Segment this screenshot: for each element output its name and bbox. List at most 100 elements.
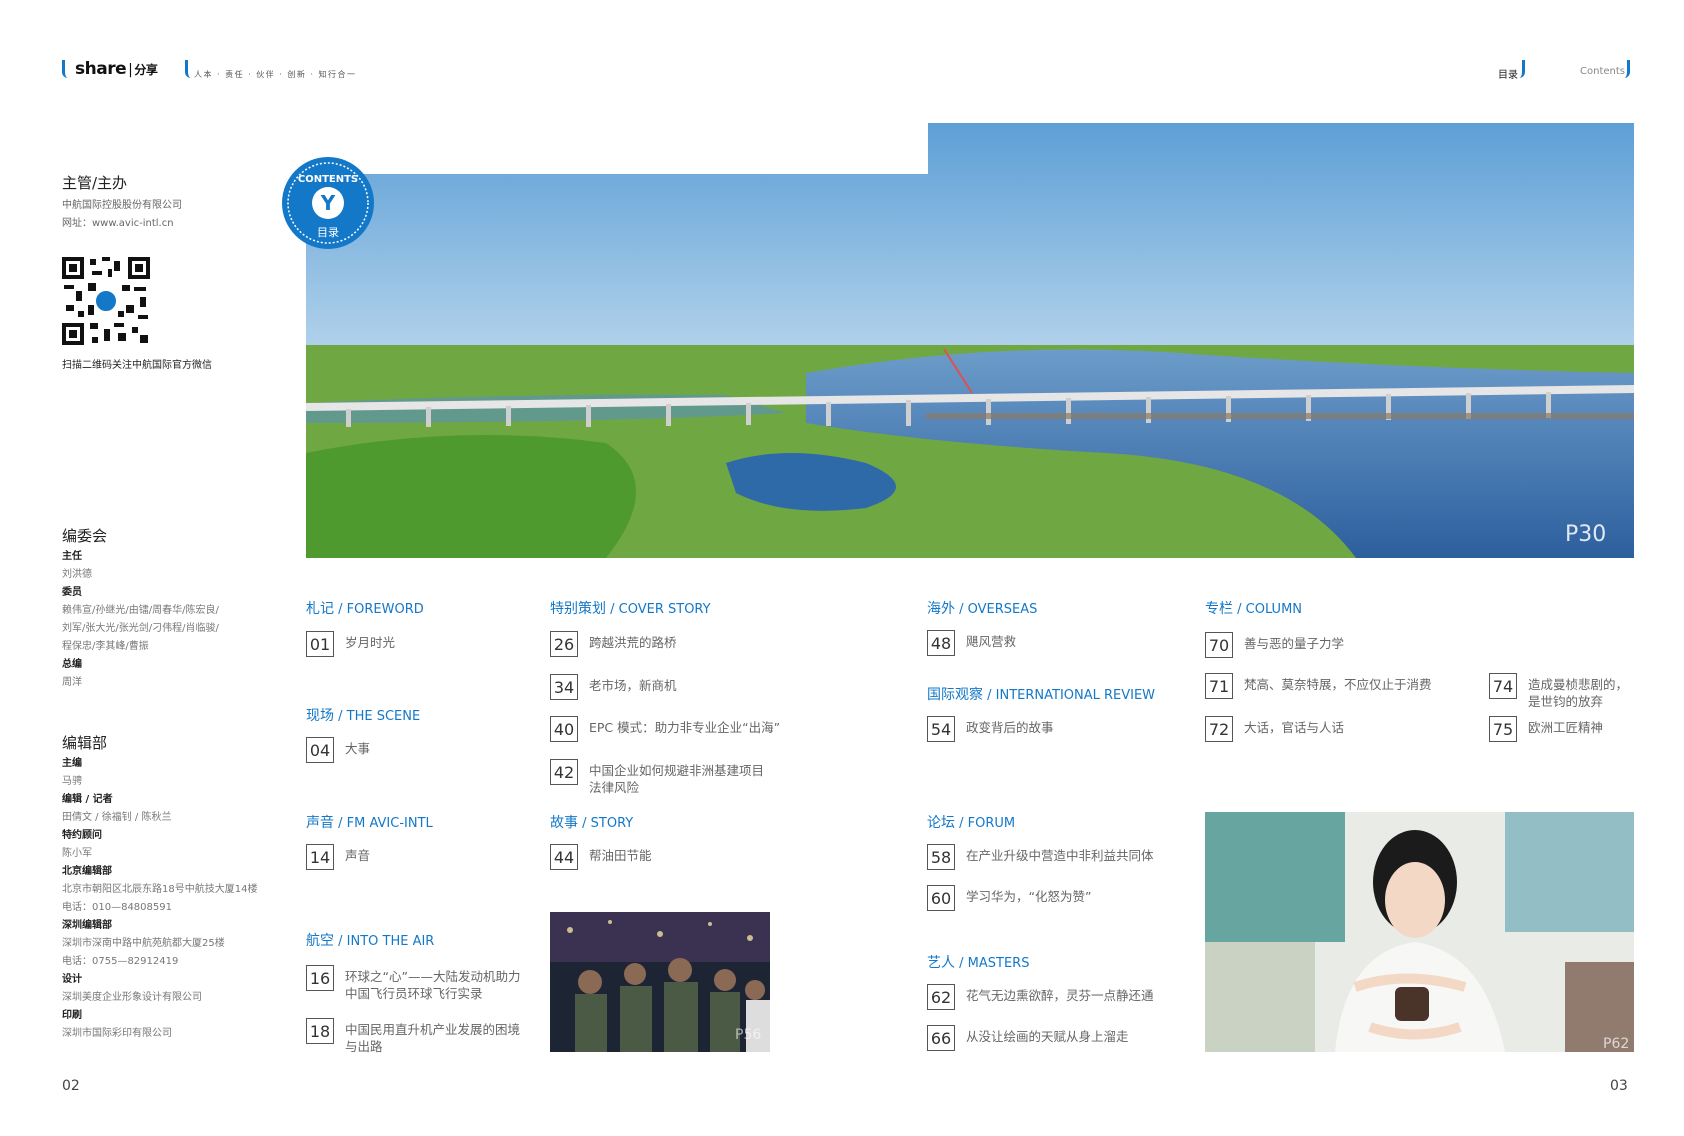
toc-item[interactable]: 14 声音 xyxy=(306,844,536,870)
header-bracket-right xyxy=(1624,60,1630,78)
editorial-name: 深圳市国际彩印有限公司 xyxy=(62,1028,172,1039)
editorial-role: 设计 xyxy=(62,974,82,985)
editorial-list: 主编 马骋 编辑 / 记者 田倩文 / 徐福钊 / 陈秋兰 特约顾问 陈小军 北… xyxy=(62,755,292,1043)
photo-tea-ceremony[interactable] xyxy=(1205,812,1634,1052)
toc-item[interactable]: 34 老市场，新商机 xyxy=(550,674,800,700)
editorial-name: 陈小军 xyxy=(62,848,92,859)
article-title: 花气无边熏欲醉，灵芬一点静还通 xyxy=(966,988,1154,1003)
page-number-box: 66 xyxy=(927,1025,955,1051)
toc-item[interactable]: 42 中国企业如何规避非洲基建项目法律风险 xyxy=(550,759,800,796)
article-title: 大事 xyxy=(345,741,371,756)
hero-photo-bridge[interactable] xyxy=(306,123,1634,558)
toc-item[interactable]: 71 梵高、莫奈特展，不应仅止于消费 xyxy=(1205,673,1455,699)
section-scene-title: 现场 / THE SCENE xyxy=(306,708,421,724)
svg-text:CONTENTS: CONTENTS xyxy=(298,174,358,185)
editorial-role: 印刷 xyxy=(62,1010,82,1021)
article-title: 中国民用直升机产业发展的困境与出路 xyxy=(345,1022,521,1054)
logo-text: share xyxy=(75,59,127,79)
logo-cn-text: 分享 xyxy=(134,63,158,77)
header-bracket-mid xyxy=(1519,60,1525,78)
page-number-box: 04 xyxy=(306,737,334,763)
toc-item[interactable]: 48 飓风营救 xyxy=(927,630,1167,656)
article-title: 大话，官话与人话 xyxy=(1244,720,1345,735)
page-number-box: 34 xyxy=(550,674,578,700)
article-title: 岁月时光 xyxy=(345,635,396,650)
page-number-box: 60 xyxy=(927,885,955,911)
header-contents-cn: 目录 xyxy=(1498,70,1518,81)
article-title: EPC 模式：助力非专业企业“出海” xyxy=(589,720,781,735)
section-forum-title: 论坛 / FORUM xyxy=(927,815,1016,831)
toc-item[interactable]: 75 欧洲工匠精神 xyxy=(1489,716,1639,742)
editorial-role: 深圳编辑部 xyxy=(62,920,112,931)
editorial-heading: 编辑部 xyxy=(62,734,108,752)
toc-item[interactable]: 66 从没让绘画的天赋从身上溜走 xyxy=(927,1025,1177,1051)
page-number-box: 75 xyxy=(1489,716,1517,742)
page-number-box: 42 xyxy=(550,759,578,785)
qr-code-icon[interactable] xyxy=(62,257,150,345)
toc-item[interactable]: 58 在产业升级中营造中非利益共同体 xyxy=(927,844,1177,870)
page-number-box: 44 xyxy=(550,844,578,870)
toc-item[interactable]: 62 花气无边熏欲醉，灵芬一点静还通 xyxy=(927,984,1177,1010)
section-review-title: 国际观察 / INTERNATIONAL REVIEW xyxy=(927,687,1156,703)
header-bracket-left xyxy=(62,60,68,78)
article-title: 中国企业如何规避非洲基建项目法律风险 xyxy=(589,763,765,795)
article-title: 飓风营救 xyxy=(966,634,1017,649)
publisher-heading: 主管/主办 xyxy=(62,174,128,192)
website-text: 网址：www.avic-intl.cn xyxy=(62,218,174,229)
toc-item[interactable]: 16 环球之“心”——大陆发动机助力中国飞行员环球飞行实录 xyxy=(306,965,531,1002)
section-cover-title: 特别策划 / COVER STORY xyxy=(550,601,711,617)
tagline: 人本 · 责任 · 伙伴 · 创新 · 知行合一 xyxy=(194,70,357,79)
article-title: 跨越洪荒的路桥 xyxy=(589,635,677,650)
page-number-box: 62 xyxy=(927,984,955,1010)
page-number-box: 70 xyxy=(1205,632,1233,658)
editorial-name: 电话：0755—82912419 xyxy=(62,956,179,967)
editorial-name: 田倩文 / 徐福钊 / 陈秋兰 xyxy=(62,812,172,823)
committee-name: 刘军/张大光/张光剑/刁伟程/肖临骏/ xyxy=(62,623,219,634)
article-title: 从没让绘画的天赋从身上溜走 xyxy=(966,1029,1129,1044)
page-number-box: 01 xyxy=(306,631,334,657)
publisher-name: 中航国际控股股份有限公司 xyxy=(62,200,182,211)
magazine-logo: share | 分享 xyxy=(75,59,158,79)
toc-item[interactable]: 04 大事 xyxy=(306,737,536,763)
editorial-role: 北京编辑部 xyxy=(62,866,112,877)
article-title: 在产业升级中营造中非利益共同体 xyxy=(966,848,1154,863)
article-title: 梵高、莫奈特展，不应仅止于消费 xyxy=(1244,677,1432,692)
page-number-box: 71 xyxy=(1205,673,1233,699)
page-number-box: 74 xyxy=(1489,673,1517,699)
committee-name: 周洋 xyxy=(62,677,82,688)
editorial-name: 电话：010—84808591 xyxy=(62,902,172,913)
committee-name: 刘洪德 xyxy=(62,569,92,580)
toc-item[interactable]: 72 大话，官话与人话 xyxy=(1205,716,1455,742)
page-number-right: 03 xyxy=(1610,1078,1628,1094)
page-number-box: 40 xyxy=(550,716,578,742)
svg-text:Y: Y xyxy=(320,191,336,215)
page-number-box: 18 xyxy=(306,1018,334,1044)
photo-small-label: P56 xyxy=(735,1027,762,1043)
editorial-name: 深圳市深南中路中航苑航都大厦25楼 xyxy=(62,938,225,949)
committee-list: 主任 刘洪德 委员 赖伟宣/孙继光/由镭/周春华/陈宏良/ 刘军/张大光/张光剑… xyxy=(62,548,282,692)
toc-item[interactable]: 01 岁月时光 xyxy=(306,631,536,657)
section-masters-title: 艺人 / MASTERS xyxy=(927,955,1030,971)
toc-item[interactable]: 54 政变背后的故事 xyxy=(927,716,1167,742)
toc-item[interactable]: 60 学习华为，“化怒为赞” xyxy=(927,885,1177,911)
section-foreword-title: 札记 / FOREWORD xyxy=(306,601,424,617)
toc-item[interactable]: 18 中国民用直升机产业发展的困境与出路 xyxy=(306,1018,531,1055)
editorial-name: 北京市朝阳区北辰东路18号中航技大厦14楼 xyxy=(62,884,258,895)
header-contents-en: Contents xyxy=(1580,66,1625,77)
editorial-role: 编辑 / 记者 xyxy=(62,794,113,805)
toc-item[interactable]: 26 跨越洪荒的路桥 xyxy=(550,631,800,657)
page-number-box: 48 xyxy=(927,630,955,656)
section-fm-title: 声音 / FM AVIC-INTL xyxy=(306,815,433,831)
toc-item[interactable]: 40 EPC 模式：助力非专业企业“出海” xyxy=(550,716,800,742)
tagline-bracket xyxy=(185,60,191,78)
page-number-box: 54 xyxy=(927,716,955,742)
contents-badge-icon: Y CONTENTS 目录 xyxy=(282,157,374,249)
toc-item[interactable]: 44 帮油田节能 xyxy=(550,844,800,870)
editorial-role: 特约顾问 xyxy=(62,830,102,841)
toc-item[interactable]: 74 造成曼桢悲剧的，是世钧的放弃 xyxy=(1489,673,1639,710)
toc-item[interactable]: 70 善与恶的量子力学 xyxy=(1205,632,1455,658)
article-title: 帮油田节能 xyxy=(589,848,652,863)
section-story-title: 故事 / STORY xyxy=(550,815,634,831)
article-title: 环球之“心”——大陆发动机助力中国飞行员环球飞行实录 xyxy=(345,969,521,1001)
article-title: 政变背后的故事 xyxy=(966,720,1054,735)
